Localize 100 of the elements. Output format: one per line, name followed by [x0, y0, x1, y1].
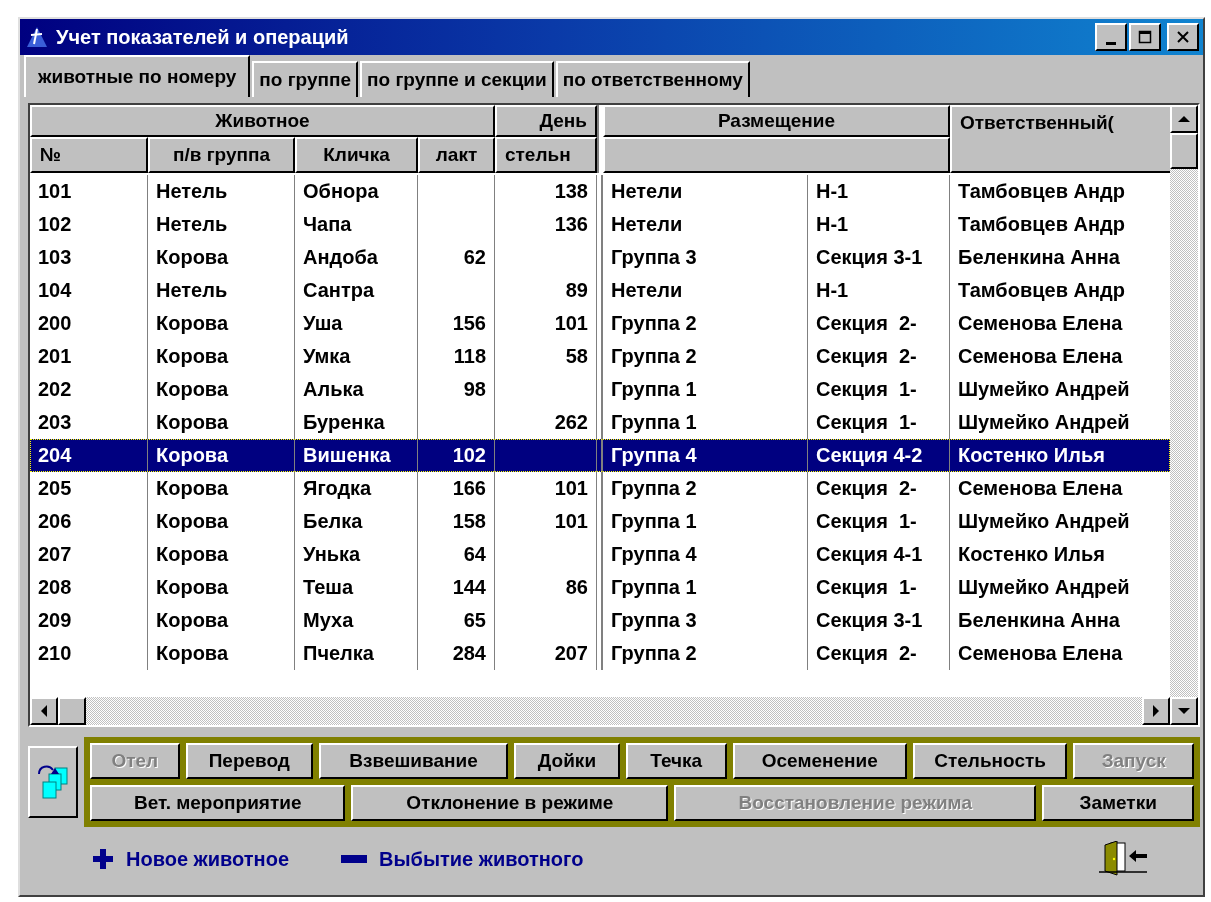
- action-button[interactable]: Взвешивание: [318, 743, 509, 779]
- table-row[interactable]: 204 Корова Вишенка 102 Группа 4 Секция 4-2 Костенко Илья: [30, 439, 1170, 472]
- table-cell: Нетели: [603, 274, 808, 307]
- table-cell-text: Шумейко Андрей: [957, 575, 1131, 600]
- table-cell-text: Семенова Елена: [957, 311, 1124, 336]
- table-cell: 208: [30, 571, 148, 604]
- action-button[interactable]: Осеменение: [732, 743, 907, 779]
- action-button[interactable]: Дойки: [514, 743, 620, 779]
- table-cell-text: Беленкина Анна: [957, 608, 1121, 633]
- action-button[interactable]: Течка: [625, 743, 727, 779]
- table-cell-text: Семенова Елена: [957, 641, 1124, 666]
- table-cell: 138: [495, 175, 597, 208]
- table-row[interactable]: 103 Корова Андоба 62 Группа 3 Секция 3-1 Беленкина Анна: [30, 241, 1170, 274]
- table-cell: Группа 4: [603, 538, 808, 571]
- add-animal-link[interactable]: Новое животное: [126, 847, 290, 871]
- scroll-thumb[interactable]: [1170, 133, 1198, 169]
- table-cell: Группа 3: [603, 241, 808, 274]
- table-cell: 89: [495, 274, 597, 307]
- table-cell: 102: [418, 439, 495, 472]
- table-cell: Корова: [148, 571, 295, 604]
- minimize-icon: [1106, 41, 1116, 45]
- left-arrow-icon: [40, 705, 48, 717]
- table-row[interactable]: 202 Корова Алька 98 Группа 1 Секция 1- Шумейко Андрей: [30, 373, 1170, 406]
- table-row[interactable]: 210 Корова Пчелка 284 207 Группа 2 Секция 2- Семенова Елена: [30, 637, 1170, 670]
- minus-icon: [341, 854, 368, 864]
- copy-button[interactable]: [28, 746, 78, 818]
- table-cell: 104: [30, 274, 148, 307]
- table-row[interactable]: 207 Корова Унька 64 Группа 4 Секция 4-1 Костенко Илья: [30, 538, 1170, 571]
- horizontal-scrollbar[interactable]: [30, 697, 1170, 725]
- table-cell-text: Шумейко Андрей: [957, 410, 1131, 435]
- tab[interactable]: по группе: [252, 61, 359, 97]
- minimize-button[interactable]: [1095, 23, 1127, 51]
- maximize-button[interactable]: [1129, 23, 1161, 51]
- table-cell: Унька: [295, 538, 418, 571]
- tab[interactable]: по ответственному: [555, 61, 750, 97]
- scroll-left-button[interactable]: [30, 697, 58, 725]
- table-cell: Нетель: [148, 274, 295, 307]
- remove-animal-link[interactable]: Выбытие животного: [379, 847, 584, 871]
- table-cell-text: Тамбовцев Андр: [957, 212, 1126, 237]
- action-button[interactable]: Стельность: [912, 743, 1068, 779]
- table-cell: 204: [30, 439, 148, 472]
- table-cell: 206: [30, 505, 148, 538]
- table-cell: Секция 1-: [808, 505, 950, 538]
- table-cell: 101: [495, 505, 597, 538]
- scroll-up-button[interactable]: [1170, 105, 1198, 133]
- table-cell: Группа 1: [603, 505, 808, 538]
- table-cell: Секция 2-: [808, 637, 950, 670]
- action-button[interactable]: Перевод: [185, 743, 313, 779]
- table-cell: Группа 2: [603, 307, 808, 340]
- window-title: Учет показателей и операций: [56, 25, 349, 49]
- table-cell: Чапа: [295, 208, 418, 241]
- vertical-scrollbar[interactable]: [1170, 105, 1198, 725]
- table-cell: 102: [30, 208, 148, 241]
- table-cell: 158: [418, 505, 495, 538]
- table-cell-text: Семенова Елена: [957, 344, 1124, 369]
- scroll-down-button[interactable]: [1170, 697, 1198, 725]
- table-cell: Секция 2-: [808, 340, 950, 373]
- table-row[interactable]: 101 Нетель Обнора 138 Нетели Н-1 Тамбовцев Андр: [30, 175, 1170, 208]
- table-row[interactable]: 208 Корова Теша 144 86 Группа 1 Секция 1- Шумейко Андрей: [30, 571, 1170, 604]
- table-row[interactable]: 200 Корова Уша 156 101 Группа 2 Секция 2- Семенова Елена: [30, 307, 1170, 340]
- table-row[interactable]: 209 Корова Муха 65 Группа 3 Секция 3-1 Беленкина Анна: [30, 604, 1170, 637]
- tab[interactable]: по группе и секции: [360, 61, 554, 97]
- table-row[interactable]: 206 Корова Белка 158 101 Группа 1 Секция 1- Шумейко Андрей: [30, 505, 1170, 538]
- tab[interactable]: животные по номеру: [24, 55, 251, 97]
- table-cell: Секция 1-: [808, 571, 950, 604]
- table-cell: 205: [30, 472, 148, 505]
- table-cell: Корова: [148, 604, 295, 637]
- close-button[interactable]: [1167, 23, 1199, 51]
- app-icon: [26, 26, 48, 48]
- table-cell: Теша: [295, 571, 418, 604]
- table-cell: Корова: [148, 307, 295, 340]
- column-header: стельн: [495, 137, 597, 173]
- table-cell: Корова: [148, 505, 295, 538]
- table-cell: Секция 3-1: [808, 604, 950, 637]
- table-cell: Н-1: [808, 175, 950, 208]
- table-row[interactable]: 102 Нетель Чапа 136 Нетели Н-1 Тамбовцев Андр: [30, 208, 1170, 241]
- table-row[interactable]: 201 Корова Умка 118 58 Группа 2 Секция 2- Семенова Елена: [30, 340, 1170, 373]
- table-cell: Группа 1: [603, 373, 808, 406]
- table-cell: 64: [418, 538, 495, 571]
- table-cell: Обнора: [295, 175, 418, 208]
- table-cell: Н-1: [808, 208, 950, 241]
- action-button[interactable]: Вет. мероприятие: [90, 785, 346, 821]
- table-cell: Группа 4: [603, 439, 808, 472]
- table-cell: 166: [418, 472, 495, 505]
- table-cell: Секция 3-1: [808, 241, 950, 274]
- action-button[interactable]: Заметки: [1042, 785, 1194, 821]
- table-cell: Ягодка: [295, 472, 418, 505]
- up-arrow-icon: [1178, 115, 1190, 123]
- table-cell: 58: [495, 340, 597, 373]
- action-button[interactable]: Отклонение в режиме: [351, 785, 669, 821]
- scroll-thumb[interactable]: [58, 697, 86, 725]
- table-row[interactable]: 104 Нетель Сантра 89 Нетели Н-1 Тамбовцев Андр: [30, 274, 1170, 307]
- table-cell: Группа 2: [603, 340, 808, 373]
- table-cell-text: Костенко Илья: [957, 443, 1106, 468]
- table-row[interactable]: 205 Корова Ягодка 166 101 Группа 2 Секция 2- Семенова Елена: [30, 472, 1170, 505]
- table-cell: 200: [30, 307, 148, 340]
- table-cell: 101: [495, 307, 597, 340]
- scroll-right-button[interactable]: [1142, 697, 1170, 725]
- table-cell: 118: [418, 340, 495, 373]
- maximize-icon: [1138, 30, 1152, 44]
